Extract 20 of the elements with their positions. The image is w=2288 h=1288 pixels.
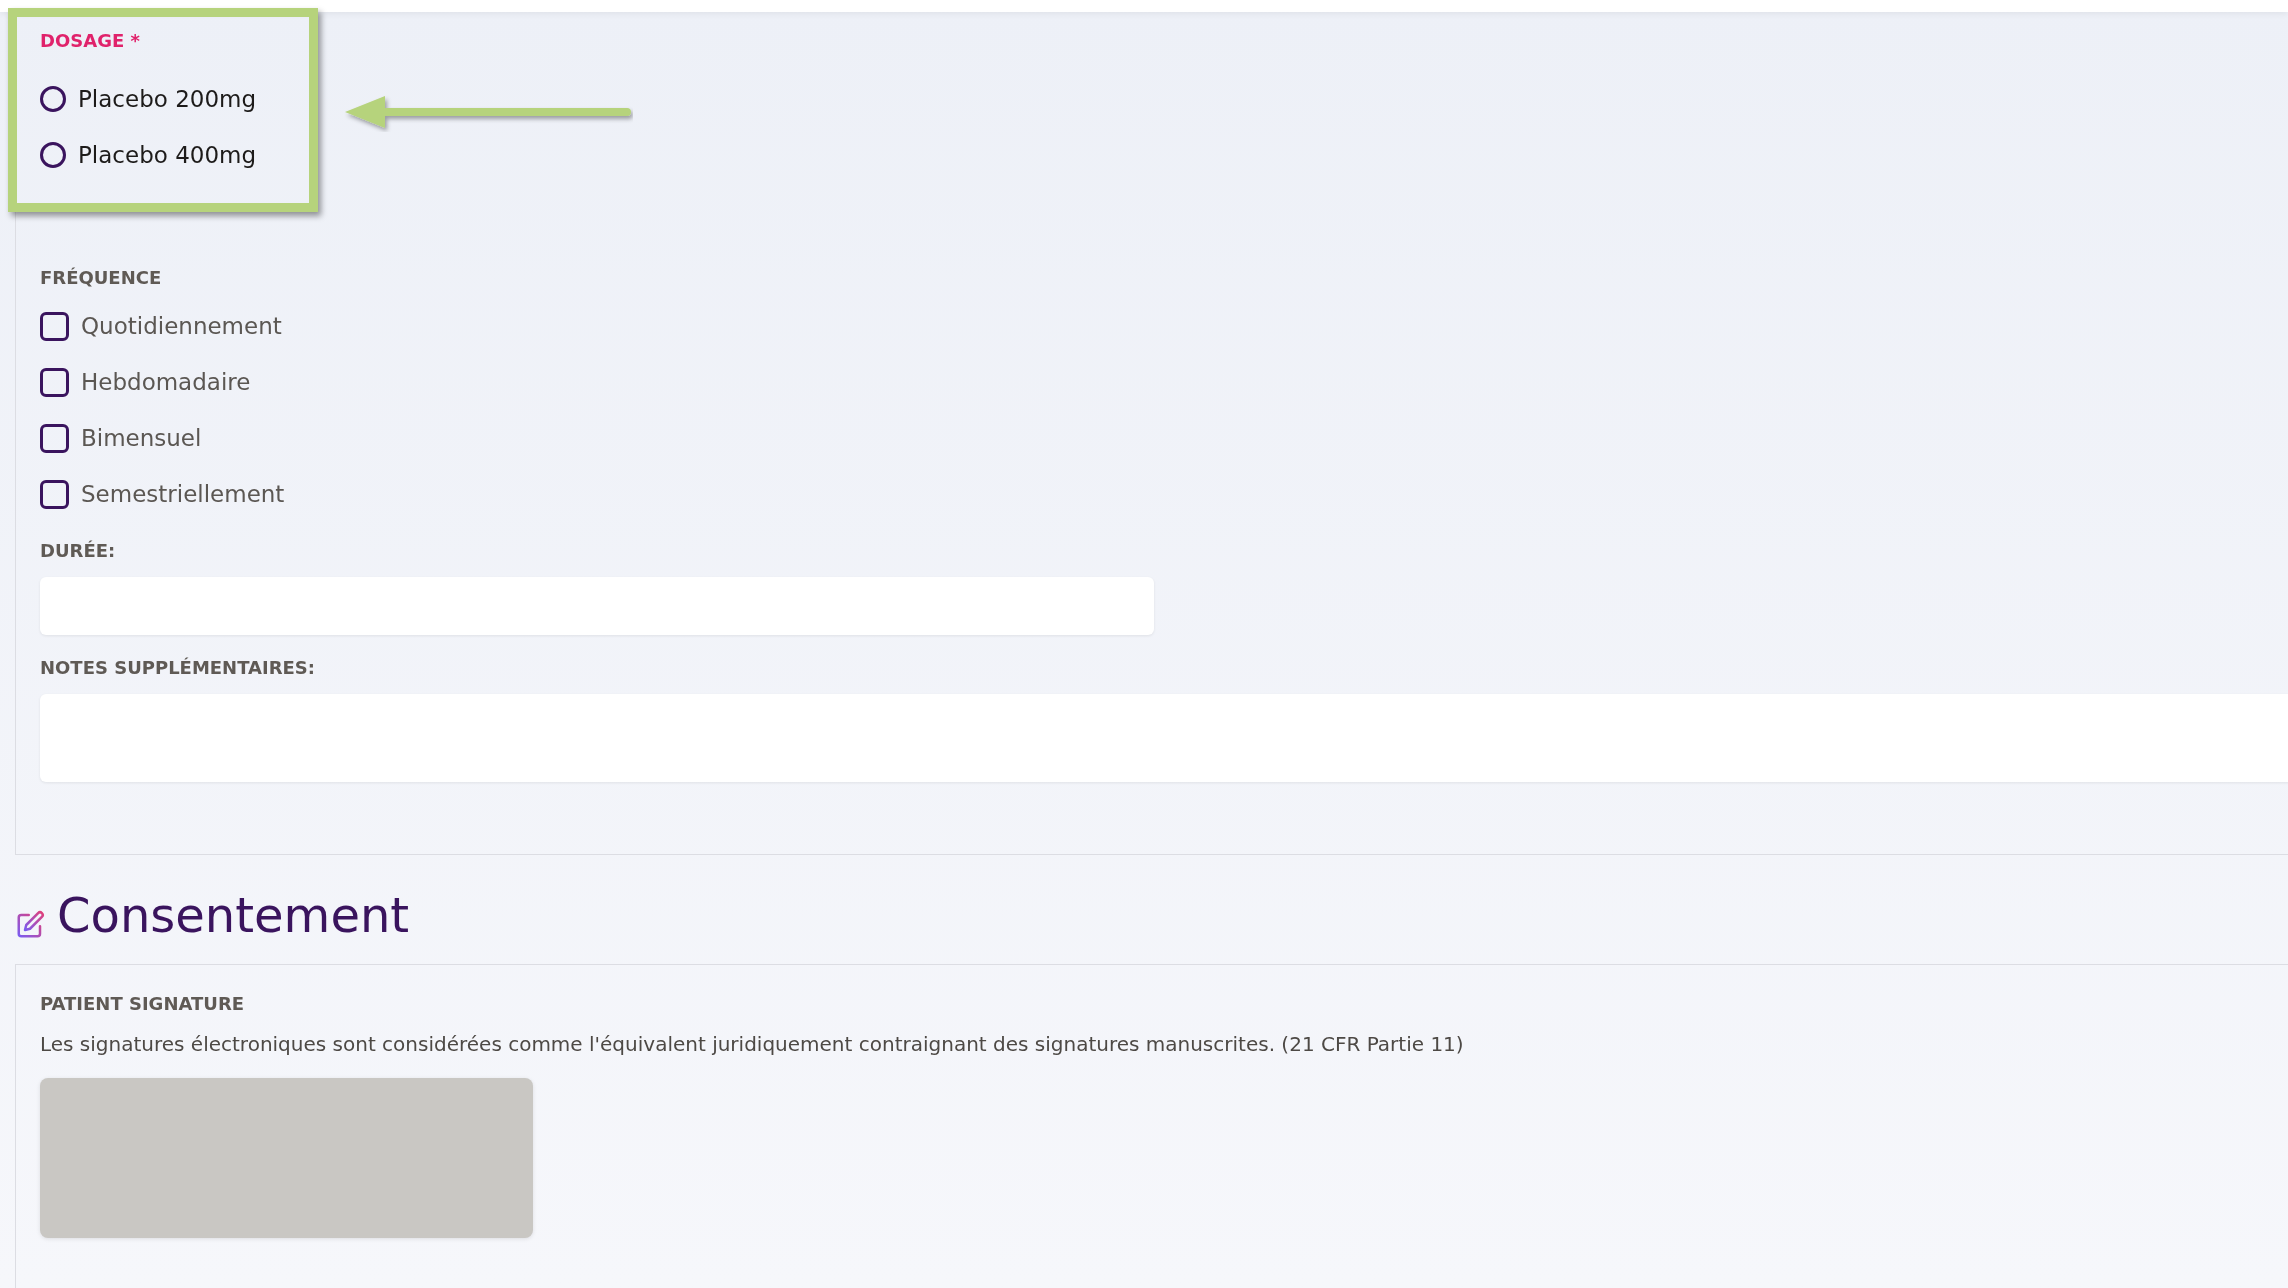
field-label: DOSAGE * (40, 30, 141, 51)
option-label: Quotidiennement (81, 313, 282, 339)
field-label: NOTES SUPPLÉMENTAIRES: (40, 657, 316, 678)
option-label: Semestriellement (81, 481, 285, 507)
option-label: Hebdomadaire (81, 369, 251, 395)
edit-icon (15, 909, 45, 940)
checkbox[interactable] (40, 423, 69, 453)
checkbox[interactable] (40, 367, 69, 397)
radio-button[interactable] (40, 142, 66, 168)
field-label: PATIENT SIGNATURE (40, 992, 246, 1014)
checkbox[interactable] (40, 311, 69, 341)
field-label: DURÉE: (40, 540, 117, 561)
option-label: Placebo 400mg (78, 142, 257, 168)
section-title: Consentement (57, 889, 410, 942)
radio-button[interactable] (40, 86, 66, 112)
field-label: FRÉQUENCE (40, 267, 163, 288)
option-label: Placebo 200mg (78, 86, 257, 112)
checkbox[interactable] (40, 479, 69, 509)
option-label: Bimensuel (81, 425, 202, 451)
legal-note: Les signatures électroniques sont considérées comme l'équivalent juridiquement contraignant des signatures manuscrites. (21 CFR Partie 11) (40, 1031, 1465, 1056)
